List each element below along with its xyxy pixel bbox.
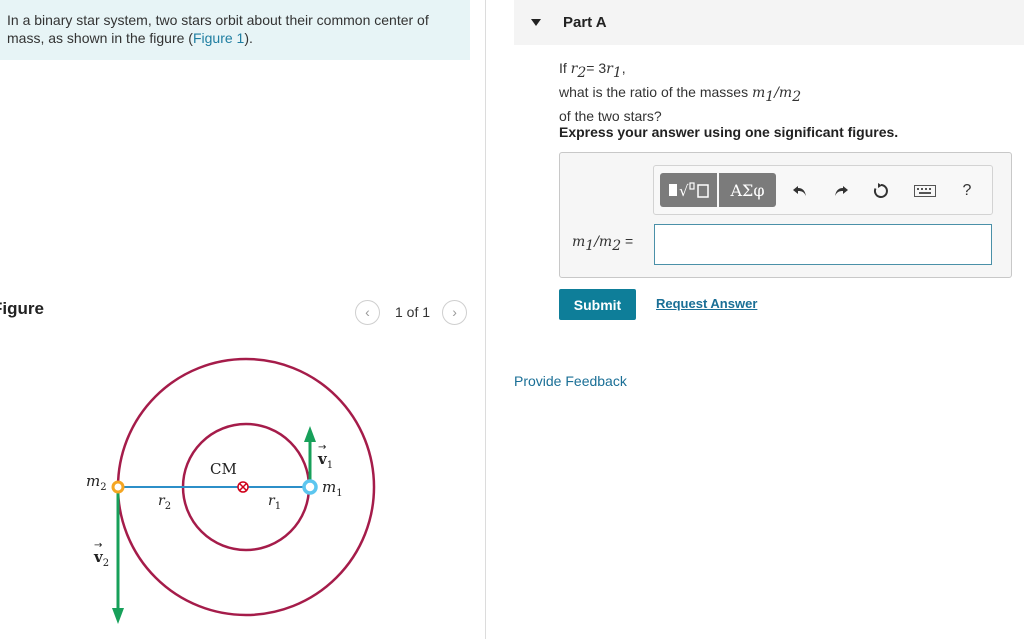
question-text: If r2= 3r1, what is the ratio of the mas… <box>559 59 801 126</box>
undo-icon[interactable] <box>789 180 811 202</box>
answer-input[interactable] <box>654 224 992 265</box>
greek-symbols-button[interactable]: ΑΣφ <box>719 173 776 207</box>
answer-instruction: Express your answer using one significan… <box>559 124 899 140</box>
figure-heading: Figure <box>0 299 44 318</box>
redo-icon[interactable] <box>830 180 852 202</box>
answer-panel: √ ΑΣφ ? m1/m2 = <box>559 152 1012 278</box>
star-m1 <box>302 479 318 495</box>
r1-label: r1 <box>268 493 281 512</box>
svg-text:√: √ <box>679 182 689 200</box>
submit-button[interactable]: Submit <box>559 289 636 320</box>
question-line-3: of the two stars? <box>559 107 662 124</box>
cm-marker <box>237 481 249 493</box>
figure-pager: ‹ 1 of 1 › <box>355 299 468 325</box>
page-indicator: 1 of 1 <box>395 304 431 320</box>
answer-label: m1/m2 = <box>572 233 634 254</box>
help-button[interactable]: ? <box>956 180 978 202</box>
r2-label: r2 <box>158 493 171 512</box>
part-title: Part A <box>563 14 607 31</box>
m1-label: m1 <box>322 478 343 499</box>
v2-vector-mark: → <box>94 540 102 551</box>
figure-link[interactable]: Figure 1 <box>193 30 244 46</box>
part-a-header[interactable]: Part A <box>514 0 1024 45</box>
m2-label: m2 <box>86 472 107 493</box>
v2-arrow-head <box>112 608 124 624</box>
reset-icon[interactable] <box>870 180 892 202</box>
v1-vector-mark: → <box>318 442 326 453</box>
math-toolbar: √ ΑΣφ ? <box>653 165 993 215</box>
v1-label: v1 <box>317 450 333 471</box>
chevron-left-icon[interactable]: ‹ <box>355 299 380 325</box>
v2-label: v2 <box>93 548 109 569</box>
problem-intro: In a binary star system, two stars orbit… <box>0 0 470 60</box>
v1-arrow-head <box>304 426 316 442</box>
cm-label: CM <box>210 460 237 478</box>
intro-line-1: In a binary star system, two stars orbit… <box>7 12 429 28</box>
provide-feedback-link[interactable]: Provide Feedback <box>514 373 627 389</box>
toolbar-main-group: √ ΑΣφ <box>660 173 776 207</box>
chevron-right-icon[interactable]: › <box>442 299 468 325</box>
binary-star-diagram: CM m2 m1 r2 r1 v1 → v2 → <box>86 357 376 624</box>
request-answer-link[interactable]: Request Answer <box>656 296 757 311</box>
column-divider <box>485 0 486 639</box>
star-m2 <box>111 480 125 494</box>
question-line-2: what is the ratio of the masses m1/m2 <box>559 83 802 105</box>
keyboard-icon[interactable] <box>912 180 938 202</box>
intro-line-2: mass, as shown in the figure (Figure 1). <box>7 30 253 46</box>
question-line-1: If r2= 3r1, <box>559 60 626 81</box>
caret-down-icon <box>531 19 541 26</box>
radical-template-icon[interactable]: √ <box>660 173 717 207</box>
